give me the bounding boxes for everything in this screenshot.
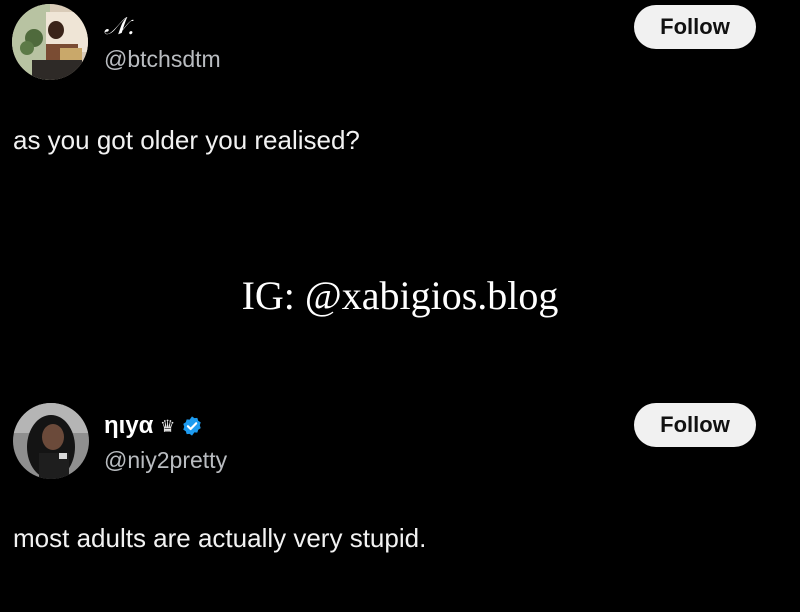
avatar[interactable] [12, 4, 88, 80]
post-2: ηιуα ♛ @niy2pretty Follow most adults ar… [0, 395, 800, 612]
display-name[interactable]: ηιуα [104, 412, 153, 440]
tweet-text: as you got older you realised? [13, 125, 360, 155]
follow-button[interactable]: Follow [634, 5, 756, 49]
avatar[interactable] [13, 403, 89, 479]
crown-icon: ♛ [160, 416, 176, 436]
handle[interactable]: @btchsdtm [104, 46, 221, 73]
follow-button[interactable]: Follow [634, 403, 756, 447]
display-name[interactable]: 𝒩. [104, 12, 135, 40]
handle[interactable]: @niy2pretty [104, 447, 227, 474]
badges: ♛ [160, 415, 203, 437]
tweet-text: most adults are actually very stupid. [13, 523, 427, 553]
verified-icon [181, 415, 203, 437]
watermark: IG: @xabigios.blog [241, 273, 559, 318]
